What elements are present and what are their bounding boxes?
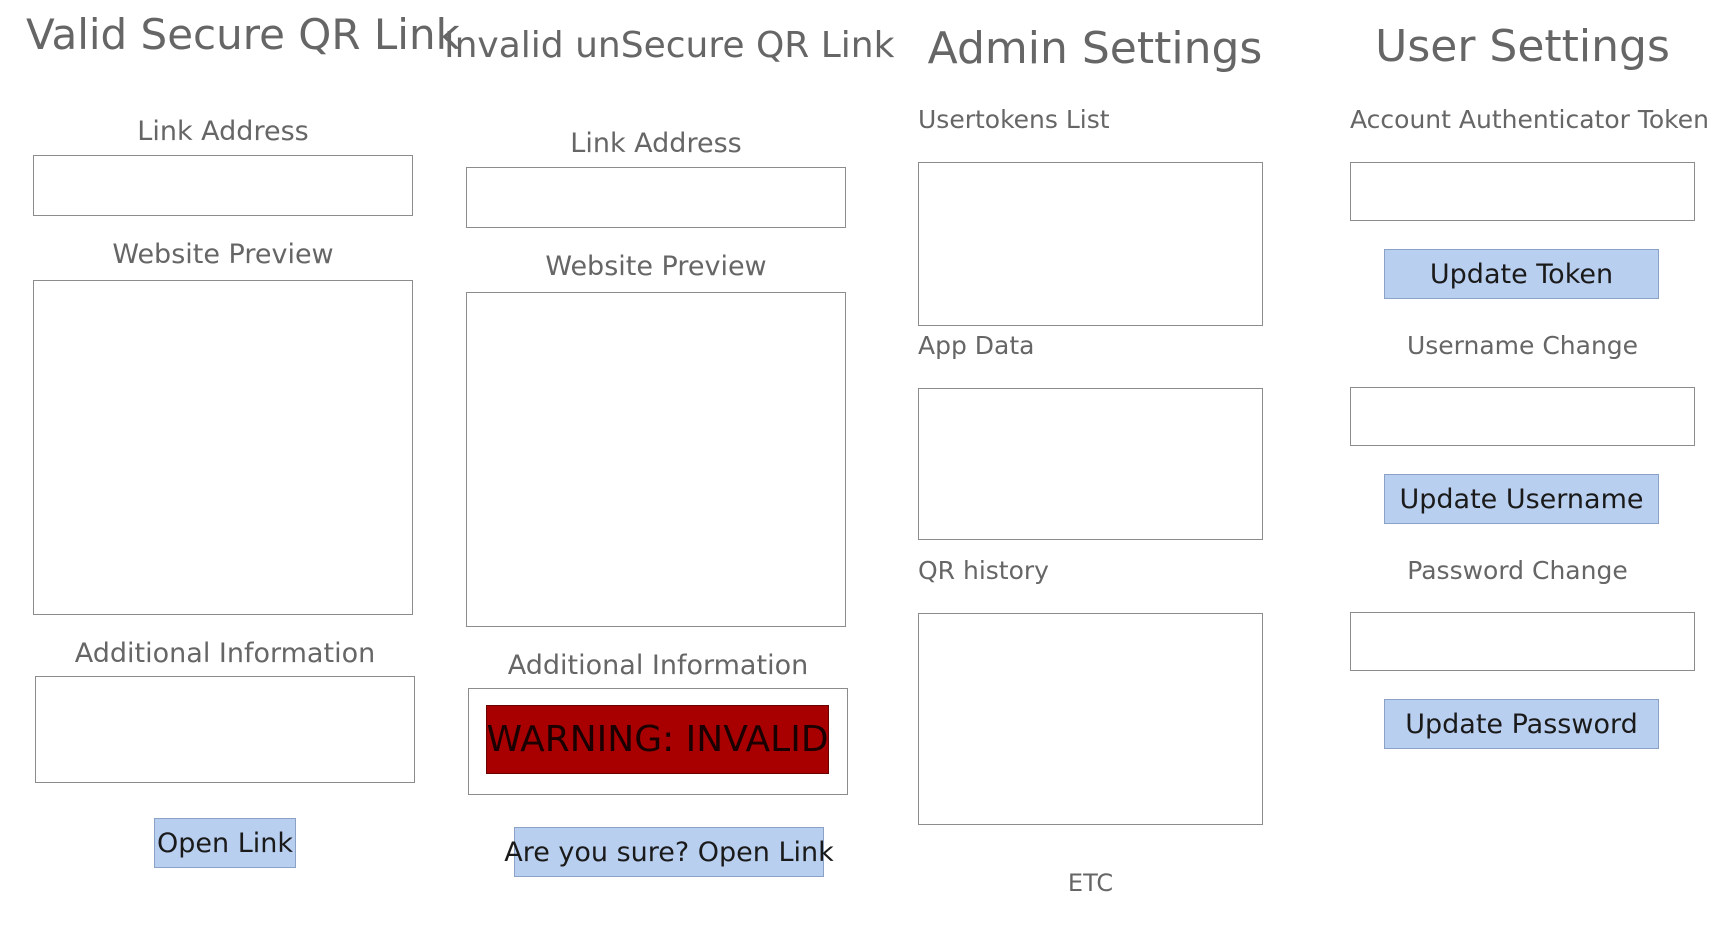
password-label: Password Change (1407, 556, 1628, 585)
valid-link-input[interactable] (33, 155, 413, 216)
username-label: Username Change (1406, 331, 1639, 360)
invalid-link-label: Link Address (570, 128, 742, 159)
update-username-button[interactable]: Update Username (1384, 474, 1659, 524)
user-title: User Settings (1375, 21, 1670, 72)
qr-history-list[interactable] (918, 613, 1263, 825)
app-data-label: App Data (918, 331, 1035, 360)
app-data-box[interactable] (918, 388, 1263, 540)
confirm-open-link-button[interactable]: Are you sure? Open Link (504, 827, 834, 877)
invalid-preview-label: Website Preview (545, 251, 767, 282)
valid-link-label: Link Address (137, 116, 309, 147)
password-input[interactable] (1350, 612, 1695, 671)
update-token-button[interactable]: Update Token (1384, 249, 1659, 299)
update-password-button[interactable]: Update Password (1384, 699, 1659, 749)
valid-website-preview (33, 280, 413, 615)
open-link-button[interactable]: Open Link (154, 818, 296, 868)
username-input[interactable] (1350, 387, 1695, 446)
etc-label: ETC (1067, 869, 1114, 897)
usertokens-list[interactable] (918, 162, 1263, 326)
warning-banner: WARNING: INVALID (486, 705, 829, 774)
valid-additional-info (35, 676, 415, 783)
invalid-info-label: Additional Information (507, 650, 809, 681)
token-label: Account Authenticator Token (1350, 105, 1709, 134)
valid-info-label: Additional Information (74, 638, 376, 669)
qr-history-label: QR history (918, 556, 1049, 585)
invalid-additional-info: WARNING: INVALID (468, 688, 848, 795)
invalid-link-input[interactable] (466, 167, 846, 228)
token-input[interactable] (1350, 162, 1695, 221)
valid-preview-label: Website Preview (112, 239, 334, 270)
invalid-website-preview (466, 292, 846, 627)
admin-title: Admin Settings (927, 23, 1263, 74)
usertokens-label: Usertokens List (918, 105, 1110, 134)
invalid-title: Invalid unSecure QR Link (444, 25, 895, 66)
valid-title: Valid Secure QR Link (26, 10, 460, 59)
